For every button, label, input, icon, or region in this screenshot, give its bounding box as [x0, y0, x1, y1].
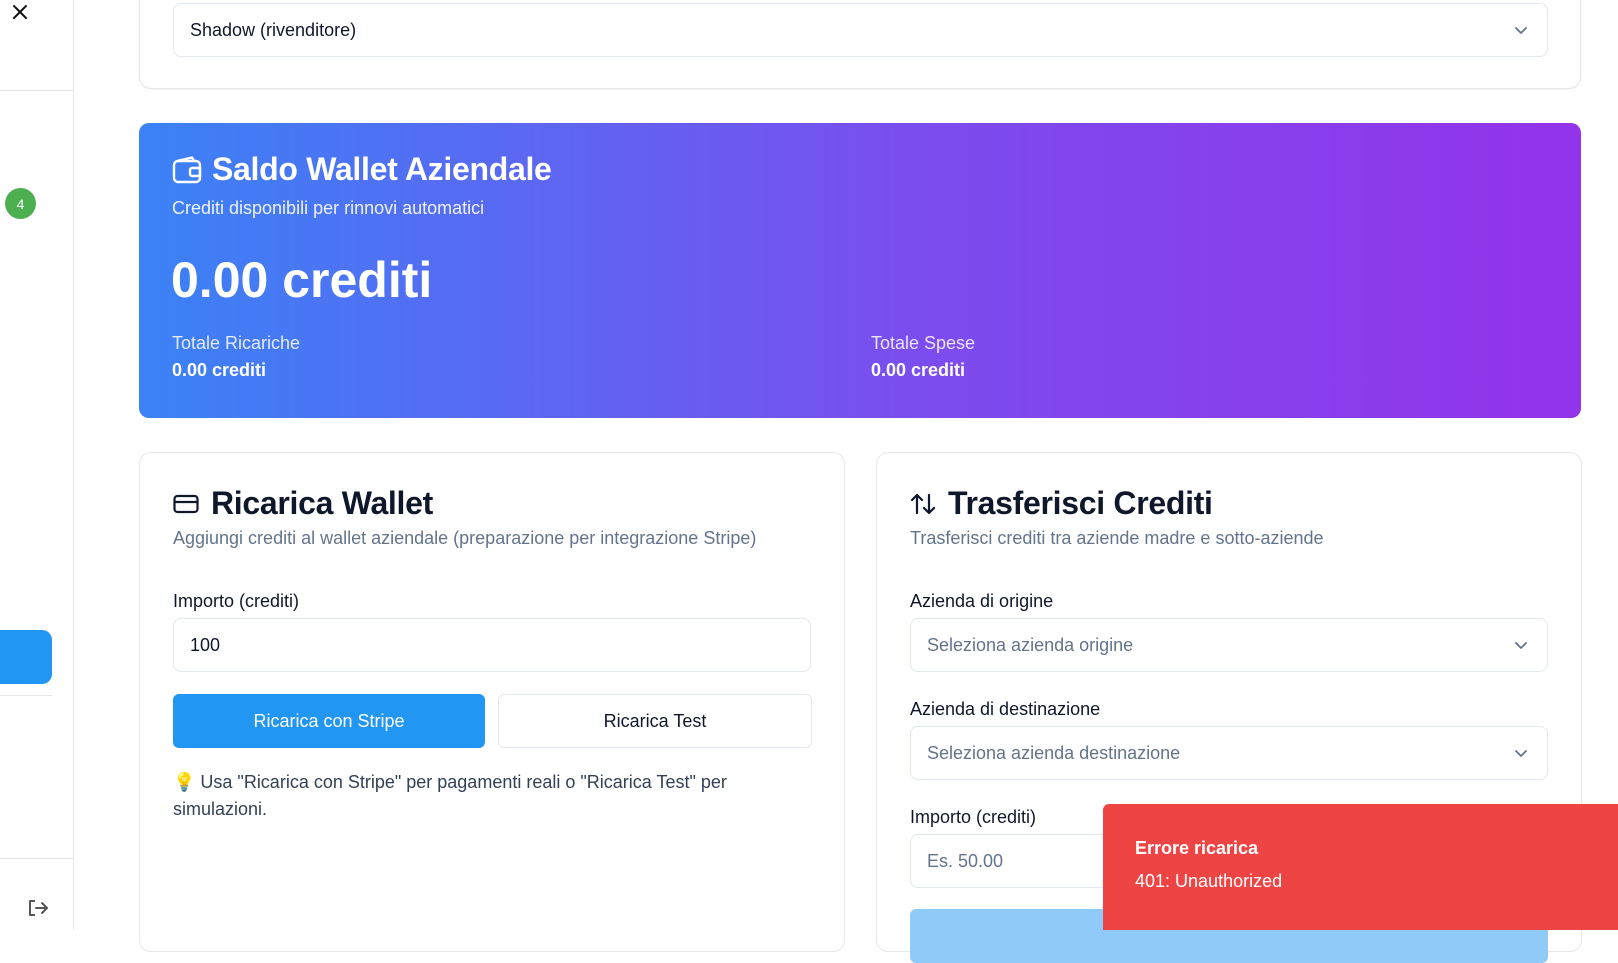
recharge-stripe-button[interactable]: Ricarica con Stripe	[173, 694, 485, 748]
toast-title: Errore ricarica	[1135, 838, 1259, 858]
transfer-header: Trasferisci Crediti	[910, 485, 1213, 522]
total-recharges-label: Totale Ricariche	[172, 333, 301, 353]
recharge-amount-input[interactable]: 100	[173, 618, 811, 672]
toast-message: 401: Unauthorized	[1135, 871, 1283, 891]
logout-icon[interactable]	[26, 896, 50, 920]
recharge-title: Ricarica Wallet	[211, 485, 433, 521]
destination-company-placeholder: Seleziona azienda destinazione	[927, 742, 1181, 763]
transfer-amount-label: Importo (crediti)	[910, 807, 1037, 827]
destination-company-label: Azienda di destinazione	[910, 699, 1101, 719]
chevron-down-icon	[1515, 27, 1527, 34]
recharge-description: Aggiungi crediti al wallet aziendale (pr…	[173, 528, 757, 548]
sidebar-divider	[0, 695, 52, 696]
chevron-down-icon	[1515, 750, 1527, 757]
transfer-title: Trasferisci Crediti	[948, 485, 1213, 521]
origin-company-placeholder: Seleziona azienda origine	[927, 634, 1134, 655]
close-icon[interactable]	[9, 1, 31, 23]
recharge-hint: 💡 Usa "Ricarica con Stripe" per pagament…	[173, 772, 727, 819]
total-expenses-value: 0.00 crediti	[871, 360, 966, 380]
wallet-subtitle: Crediti disponibili per rinnovi automati…	[172, 198, 485, 218]
recharge-test-button[interactable]: Ricarica Test	[498, 694, 812, 748]
sidebar-divider	[0, 858, 74, 859]
sidebar: 4	[0, 0, 74, 930]
company-select-card: Shadow (rivenditore)	[139, 0, 1581, 89]
recharge-amount-label: Importo (crediti)	[173, 591, 300, 611]
company-select[interactable]: Shadow (rivenditore)	[173, 3, 1548, 57]
wallet-title-row: Saldo Wallet Aziendale	[172, 151, 552, 188]
credit-card-icon	[173, 494, 199, 513]
wallet-icon	[172, 155, 202, 183]
chevron-down-icon	[1515, 642, 1527, 649]
transfer-description: Trasferisci crediti tra aziende madre e …	[910, 528, 1324, 548]
recharge-header: Ricarica Wallet	[173, 485, 433, 522]
error-toast[interactable]: Errore ricarica 401: Unauthorized	[1103, 804, 1618, 930]
sidebar-item-wallet[interactable]	[0, 630, 52, 684]
recharge-wallet-card: Ricarica Wallet Aggiungi crediti al wall…	[139, 452, 845, 952]
origin-company-select[interactable]: Seleziona azienda origine	[910, 618, 1548, 672]
notification-badge: 4	[5, 188, 36, 219]
total-recharges-value: 0.00 crediti	[172, 360, 267, 380]
sidebar-divider	[0, 90, 74, 91]
wallet-title: Saldo Wallet Aziendale	[212, 151, 552, 187]
origin-company-label: Azienda di origine	[910, 591, 1054, 611]
wallet-balance-card: Saldo Wallet Aziendale Crediti disponibi…	[139, 123, 1581, 418]
destination-company-select[interactable]: Seleziona azienda destinazione	[910, 726, 1548, 780]
total-expenses-label: Totale Spese	[871, 333, 976, 353]
arrows-up-down-icon	[910, 493, 936, 514]
wallet-balance: 0.00 crediti	[171, 252, 433, 308]
company-select-value: Shadow (rivenditore)	[190, 19, 357, 40]
